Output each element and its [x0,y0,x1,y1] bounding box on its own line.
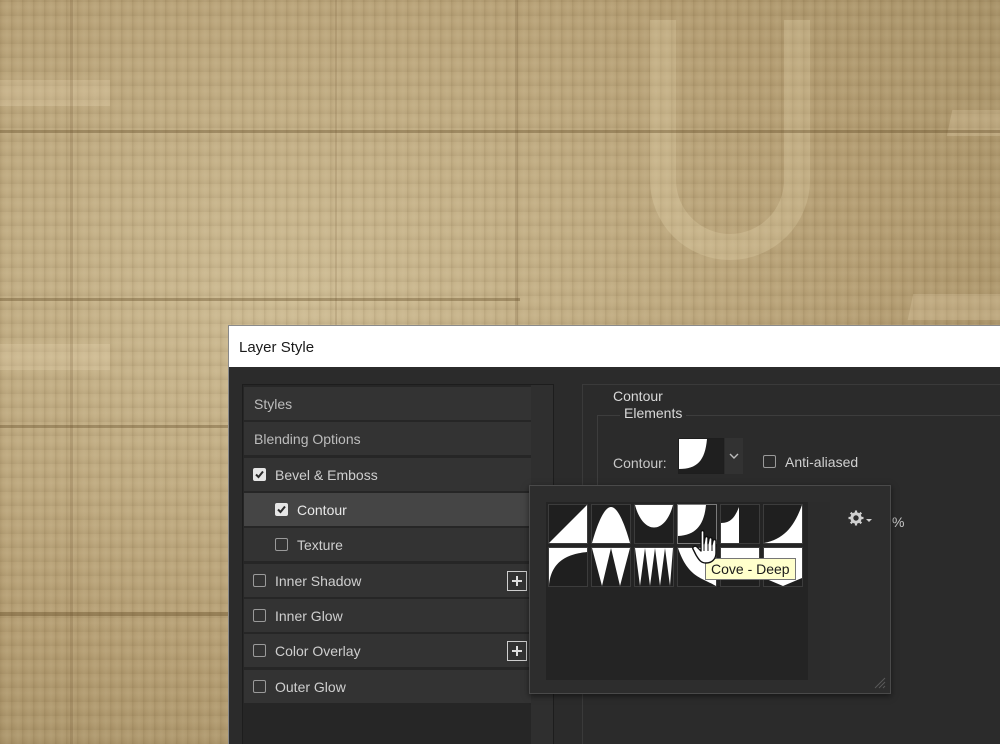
texture-stroke [0,425,228,428]
contour-dropdown-button[interactable] [725,438,743,474]
contour-preset-thumb[interactable] [591,547,631,587]
presets-menu-button[interactable] [848,510,872,526]
add-color-overlay-button[interactable] [507,641,527,661]
texture-stroke [0,298,520,301]
inner-shadow-label: Inner Shadow [275,572,362,589]
elements-group-title: Elements [620,405,687,421]
bevel-emboss-checkbox[interactable] [253,468,266,481]
inner-shadow-item[interactable]: Inner Shadow [244,564,531,598]
texture-label: Texture [297,536,343,553]
texture-stroke [515,0,518,325]
preset-tooltip-text: Cove - Deep [711,561,790,577]
contour-label: Contour [297,501,347,518]
inner-glow-item[interactable]: Inner Glow [244,599,531,633]
contour-preset-thumb[interactable] [634,547,674,587]
contour-curve-icon [679,439,723,473]
blending-options-label: Blending Options [254,430,361,447]
background-letter-shape [0,80,110,370]
contour-presets-flyout [529,485,891,694]
contour-preset-thumb[interactable] [548,547,588,587]
texture-item[interactable]: Texture [244,528,531,562]
blending-options-item[interactable]: Blending Options [244,422,531,456]
contour-preset-thumb[interactable] [634,504,674,544]
presets-grid-scrollbar[interactable] [808,502,830,680]
plus-icon [512,646,522,656]
plus-icon [512,576,522,586]
styles-item[interactable]: Styles [244,387,531,421]
texture-stroke [335,0,337,325]
inner-glow-label: Inner Glow [275,607,343,624]
dialog-title: Layer Style [239,339,315,356]
range-percent-unit: % [892,514,905,530]
contour-preset-thumb[interactable] [591,504,631,544]
texture-stroke [70,0,73,744]
outer-glow-checkbox[interactable] [253,680,266,693]
contour-checkbox[interactable] [275,503,288,516]
gear-icon [848,510,864,526]
hand-pointer-icon [692,529,717,564]
resize-grip-icon[interactable] [872,675,886,689]
anti-aliased-checkbox[interactable] [763,455,776,468]
styles-item-label: Styles [254,395,293,412]
styles-list-panel: Styles Blending Options Bevel & Emboss C… [242,384,554,744]
contour-preset-thumb[interactable] [763,504,803,544]
contour-preset-thumb[interactable] [720,504,760,544]
outer-glow-label: Outer Glow [275,678,346,695]
section-title: Contour [609,388,667,404]
inner-glow-checkbox[interactable] [253,609,266,622]
contour-presets-grid [546,502,830,680]
bevel-emboss-item[interactable]: Bevel & Emboss [244,458,531,492]
texture-checkbox[interactable] [275,538,288,551]
texture-stroke [0,130,1000,133]
background-letter-shape [650,20,810,260]
dialog-titlebar[interactable]: Layer Style [229,326,1000,367]
contour-field-label: Contour: [613,455,667,471]
bevel-emboss-label: Bevel & Emboss [275,466,378,483]
background-letter-shape [907,110,1000,320]
inner-shadow-checkbox[interactable] [253,574,266,587]
chevron-down-icon [729,453,739,459]
add-inner-shadow-button[interactable] [507,571,527,591]
outer-glow-item[interactable]: Outer Glow [244,670,531,704]
chevron-down-icon [866,519,872,522]
anti-aliased-label: Anti-aliased [785,454,859,470]
contour-preset-thumb[interactable] [548,504,588,544]
color-overlay-label: Color Overlay [275,642,361,659]
texture-stroke [0,612,228,616]
color-overlay-item[interactable]: Color Overlay [244,634,531,668]
contour-preview-swatch[interactable] [678,438,724,474]
contour-item[interactable]: Contour [244,493,531,527]
color-overlay-checkbox[interactable] [253,644,266,657]
